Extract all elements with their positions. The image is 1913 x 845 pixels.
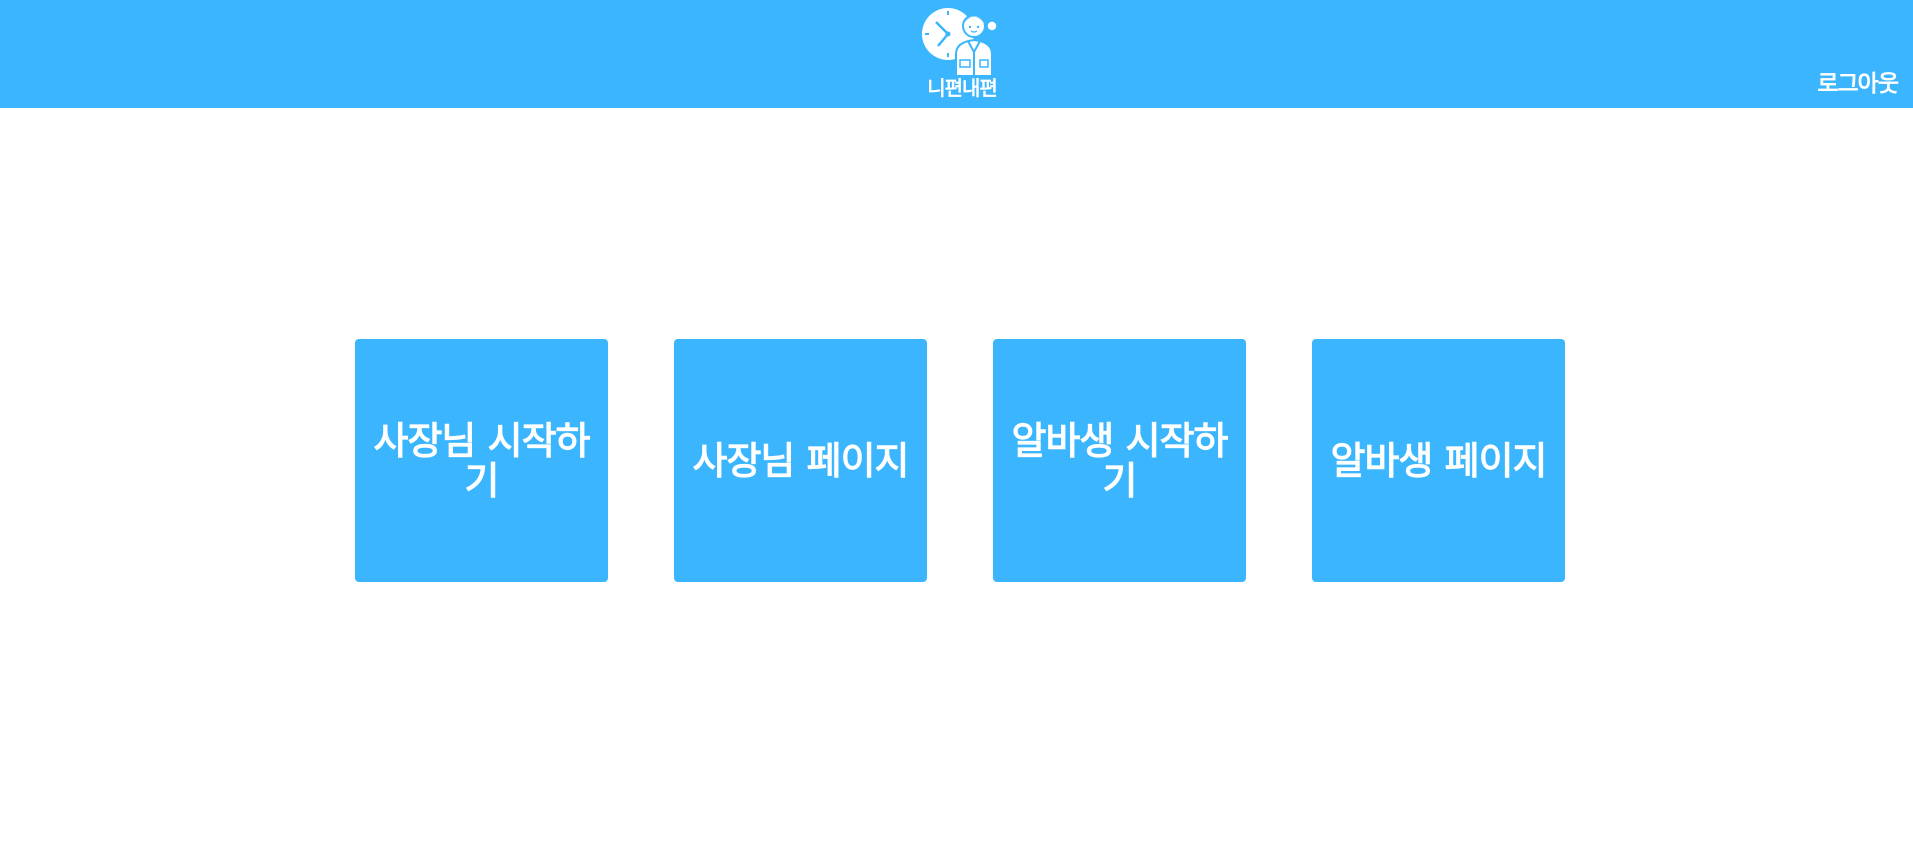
parttimer-start-button[interactable]: 알바생 시작하기	[993, 339, 1246, 582]
menu-cards: 사장님 시작하기 사장님 페이지 알바생 시작하기 알바생 페이지	[355, 339, 1565, 582]
card-label: 알바생 시작하기	[1011, 418, 1229, 503]
logout-button[interactable]: 로그아웃	[1817, 70, 1899, 98]
owner-page-button[interactable]: 사장님 페이지	[674, 339, 927, 582]
top-header: 니편내편 로그아웃	[0, 0, 1913, 108]
home-logo-link[interactable]: 니편내편	[916, 4, 1008, 102]
clock-worker-logo-icon	[922, 8, 998, 76]
card-label: 사장님 시작하기	[373, 418, 591, 503]
card-label: 사장님 페이지	[692, 438, 910, 483]
parttimer-page-button[interactable]: 알바생 페이지	[1312, 339, 1565, 582]
logo-text: 니편내편	[927, 76, 998, 100]
owner-start-button[interactable]: 사장님 시작하기	[355, 339, 608, 582]
card-label: 알바생 페이지	[1330, 438, 1548, 483]
